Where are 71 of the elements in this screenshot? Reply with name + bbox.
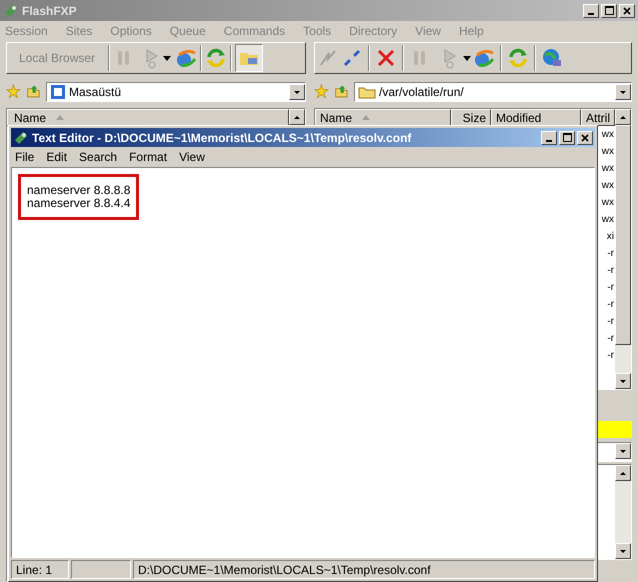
down-arrow-icon	[619, 88, 627, 96]
column-header[interactable]: Name	[14, 108, 46, 126]
down-arrow-icon	[293, 88, 301, 96]
down-arrow-icon	[619, 548, 627, 554]
window-title: Text Editor - D:\DOCUME~1\Memorist\LOCALS~1\Temp\resolv.conf	[32, 130, 412, 146]
up-arrow-icon	[619, 114, 627, 120]
text-area[interactable]: nameserver 8.8.8.8 nameserver 8.8.4.4	[11, 167, 595, 558]
minimize-button[interactable]	[583, 4, 599, 18]
folder-icon	[358, 85, 376, 99]
app-icon	[13, 130, 29, 146]
attribute-cell-text: wx	[602, 196, 615, 210]
up-arrow-icon	[293, 114, 301, 120]
minimize-icon	[588, 12, 594, 14]
path-text: Masaüstü	[69, 84, 122, 101]
attribute-cell-text: -r	[607, 298, 615, 312]
attribute-cell-text: -r	[607, 349, 615, 363]
close-button[interactable]	[619, 4, 635, 18]
desktop-icon	[50, 84, 66, 100]
path-combo[interactable]: /var/volatile/run/	[354, 82, 632, 102]
attribute-cell-text: wx	[602, 179, 615, 193]
menu-item[interactable]: File	[15, 148, 34, 166]
maximize-button[interactable]	[559, 130, 575, 144]
down-arrow-icon	[619, 378, 627, 384]
plug-icon[interactable]	[341, 47, 363, 69]
close-button[interactable]	[577, 130, 593, 144]
status-panel	[71, 560, 131, 579]
globe-icon[interactable]	[541, 47, 563, 69]
computer-folder-button[interactable]	[235, 44, 264, 72]
attribute-cell-text: -r	[607, 332, 615, 346]
minimize-icon	[546, 140, 552, 142]
attribute-cell-text: wx	[602, 128, 615, 142]
maximize-icon	[562, 133, 572, 142]
up-arrow-icon	[619, 470, 627, 476]
minimize-button[interactable]	[541, 130, 557, 144]
close-icon	[623, 6, 631, 14]
sort-arrow-icon	[362, 115, 370, 120]
maximize-button[interactable]	[601, 4, 617, 18]
scroll-up-button[interactable]	[615, 465, 631, 481]
down-arrow-icon	[619, 448, 627, 454]
menu-item[interactable]: Format	[129, 148, 168, 166]
attribute-cell-text: wx	[602, 145, 615, 159]
sort-arrow-icon	[56, 115, 64, 120]
dropdown-button[interactable]	[615, 84, 631, 100]
scroll-down-button[interactable]	[615, 373, 631, 389]
attribute-cell-text: xi	[606, 230, 615, 244]
dropdown-button[interactable]	[289, 84, 305, 100]
dropdown-button[interactable]	[615, 443, 631, 459]
attribute-cell-text: wx	[602, 213, 615, 227]
attribute-cell-text: wx	[602, 162, 615, 176]
scroll-up-button[interactable]	[289, 109, 305, 125]
caret-icon[interactable]	[463, 56, 471, 60]
window-title: FlashFXP	[22, 2, 78, 20]
status-path: D:\DOCUME~1\Memorist\LOCALS~1\Temp\resolv.conf	[133, 560, 595, 579]
maximize-icon	[604, 6, 614, 15]
menu-item[interactable]: View	[179, 148, 205, 166]
scroll-down-button[interactable]	[615, 543, 631, 559]
text-line: nameserver 8.8.4.4	[27, 197, 130, 210]
text-line: nameserver 8.8.8.8	[27, 184, 130, 197]
menu-item[interactable]: Search	[79, 148, 118, 166]
attribute-cell-text: -r	[607, 315, 615, 329]
app-icon	[3, 2, 19, 18]
attribute-cell-text: -r	[607, 264, 615, 278]
caret-icon[interactable]	[163, 56, 172, 60]
scroll-up-button[interactable]	[615, 109, 631, 125]
close-icon[interactable]	[375, 47, 397, 69]
attribute-cell-text: -r	[607, 247, 615, 261]
path-text: /var/volatile/run/	[379, 84, 465, 101]
attribute-cell-text: -r	[607, 281, 615, 295]
menu-item[interactable]: Edit	[46, 148, 68, 166]
path-combo[interactable]: Masaüstü	[46, 82, 306, 102]
close-icon	[581, 134, 589, 142]
